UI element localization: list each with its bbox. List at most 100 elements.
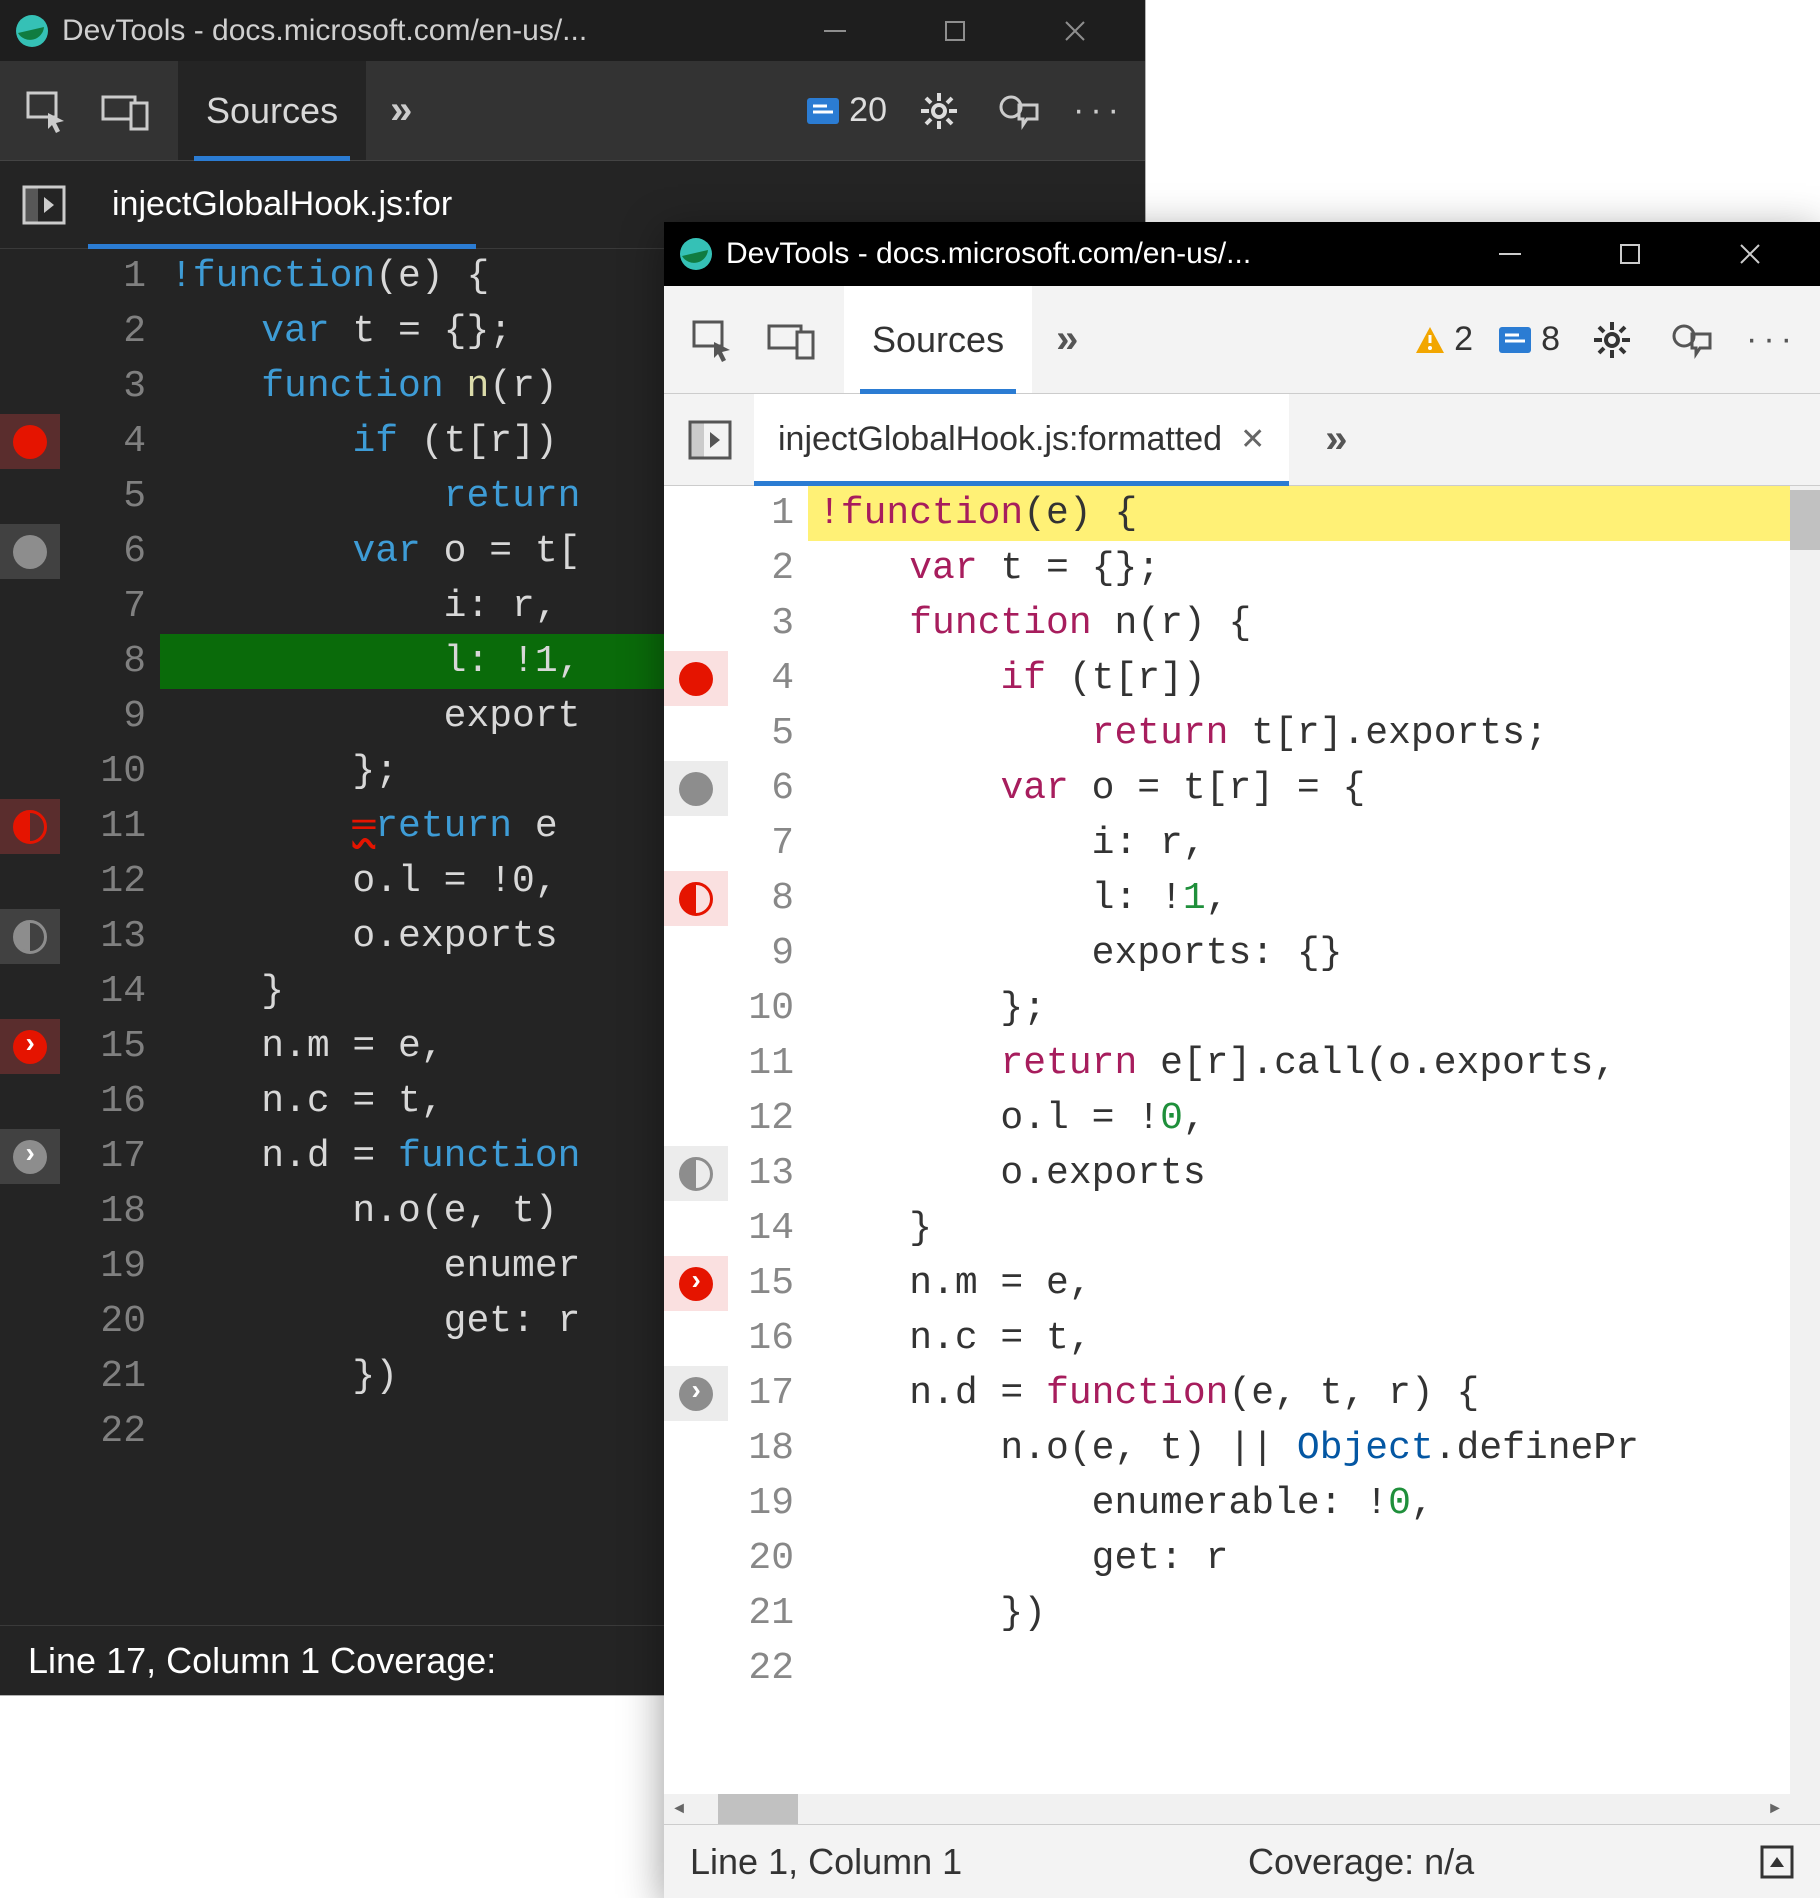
code-line[interactable]: i: r, bbox=[808, 816, 1790, 871]
line-number[interactable]: 5 bbox=[60, 469, 146, 524]
line-number[interactable]: 4 bbox=[728, 651, 794, 706]
breakpoint-marker[interactable] bbox=[0, 909, 60, 964]
line-number[interactable]: 18 bbox=[60, 1184, 146, 1239]
line-number[interactable]: 5 bbox=[728, 706, 794, 761]
settings-gear-icon[interactable] bbox=[911, 83, 967, 139]
line-number[interactable]: 1 bbox=[728, 486, 794, 541]
line-number[interactable]: 14 bbox=[60, 964, 146, 1019]
line-number[interactable]: 11 bbox=[60, 799, 146, 854]
line-number[interactable]: 2 bbox=[60, 304, 146, 359]
navigator-toggle-icon[interactable] bbox=[682, 412, 738, 468]
line-number[interactable]: 11 bbox=[728, 1036, 794, 1091]
code-line[interactable] bbox=[808, 1641, 1790, 1696]
scrollbar-thumb[interactable] bbox=[718, 1794, 798, 1824]
breakpoint-marker[interactable] bbox=[664, 1201, 728, 1256]
line-number[interactable]: 7 bbox=[728, 816, 794, 871]
line-number[interactable]: 9 bbox=[728, 926, 794, 981]
inspect-element-icon[interactable] bbox=[18, 83, 74, 139]
line-number-gutter[interactable]: 12345678910111213141516171819202122 bbox=[728, 486, 808, 1794]
scroll-left-arrow-icon[interactable]: ◄ bbox=[664, 1794, 694, 1824]
code-line[interactable]: n.m = e, bbox=[808, 1256, 1790, 1311]
scrollbar-thumb[interactable] bbox=[1790, 490, 1820, 550]
line-number[interactable]: 7 bbox=[60, 579, 146, 634]
title-bar[interactable]: DevTools - docs.microsoft.com/en-us/... bbox=[0, 0, 1145, 61]
close-button[interactable] bbox=[1720, 234, 1780, 274]
breakpoint-marker[interactable] bbox=[0, 964, 60, 1019]
breakpoint-marker[interactable] bbox=[664, 926, 728, 981]
breakpoint-marker[interactable] bbox=[0, 854, 60, 909]
line-number[interactable]: 15 bbox=[60, 1019, 146, 1074]
code-line[interactable]: l: !1, bbox=[808, 871, 1790, 926]
code-line[interactable]: var t = {}; bbox=[808, 541, 1790, 596]
breakpoint-marker[interactable] bbox=[0, 579, 60, 634]
tab-sources[interactable]: Sources bbox=[178, 61, 366, 160]
line-number[interactable]: 8 bbox=[60, 634, 146, 689]
breakpoint-marker[interactable] bbox=[664, 1036, 728, 1091]
breakpoint-marker[interactable] bbox=[664, 816, 728, 871]
maximize-button[interactable] bbox=[925, 11, 985, 51]
code-content[interactable]: !function(e) { var t = {}; function n(r)… bbox=[808, 486, 1790, 1794]
breakpoint-marker[interactable] bbox=[0, 1129, 60, 1184]
breakpoint-marker[interactable] bbox=[664, 1146, 728, 1201]
code-line[interactable]: } bbox=[808, 1201, 1790, 1256]
horizontal-scrollbar[interactable]: ◄ ► bbox=[664, 1794, 1790, 1824]
breakpoint-marker[interactable] bbox=[0, 469, 60, 524]
code-line[interactable]: return e[r].call(o.exports, bbox=[808, 1036, 1790, 1091]
title-bar[interactable]: DevTools - docs.microsoft.com/en-us/... bbox=[664, 222, 1820, 286]
scroll-right-arrow-icon[interactable]: ► bbox=[1760, 1794, 1790, 1824]
file-tab[interactable]: injectGlobalHook.js:for bbox=[88, 161, 476, 248]
breakpoint-marker[interactable] bbox=[664, 1531, 728, 1586]
maximize-button[interactable] bbox=[1600, 234, 1660, 274]
line-number[interactable]: 12 bbox=[60, 854, 146, 909]
line-number[interactable]: 8 bbox=[728, 871, 794, 926]
breakpoint-marker[interactable] bbox=[0, 1184, 60, 1239]
code-line[interactable]: exports: {} bbox=[808, 926, 1790, 981]
breakpoint-marker[interactable] bbox=[0, 524, 60, 579]
breakpoint-marker[interactable] bbox=[664, 1311, 728, 1366]
line-number[interactable]: 20 bbox=[60, 1294, 146, 1349]
code-line[interactable]: var o = t[r] = { bbox=[808, 761, 1790, 816]
line-number[interactable]: 16 bbox=[728, 1311, 794, 1366]
code-editor[interactable]: 12345678910111213141516171819202122 !fun… bbox=[664, 486, 1790, 1794]
code-line[interactable]: get: r bbox=[808, 1531, 1790, 1586]
line-number[interactable]: 13 bbox=[60, 909, 146, 964]
line-number[interactable]: 17 bbox=[728, 1366, 794, 1421]
breakpoint-marker[interactable] bbox=[0, 414, 60, 469]
line-number[interactable]: 12 bbox=[728, 1091, 794, 1146]
line-number[interactable]: 21 bbox=[728, 1586, 794, 1641]
line-number[interactable]: 4 bbox=[60, 414, 146, 469]
inspect-element-icon[interactable] bbox=[684, 312, 740, 368]
breakpoint-marker[interactable] bbox=[0, 1294, 60, 1349]
breakpoint-marker[interactable] bbox=[664, 1641, 728, 1696]
line-number[interactable]: 20 bbox=[728, 1531, 794, 1586]
breakpoint-marker[interactable] bbox=[0, 744, 60, 799]
device-toolbar-icon[interactable] bbox=[98, 83, 154, 139]
breakpoint-marker[interactable] bbox=[0, 1019, 60, 1074]
breakpoint-marker[interactable] bbox=[0, 359, 60, 414]
line-number[interactable]: 13 bbox=[728, 1146, 794, 1201]
code-line[interactable]: n.d = function(e, t, r) { bbox=[808, 1366, 1790, 1421]
line-number[interactable]: 3 bbox=[728, 596, 794, 651]
line-number[interactable]: 1 bbox=[60, 249, 146, 304]
device-toolbar-icon[interactable] bbox=[764, 312, 820, 368]
line-number[interactable]: 18 bbox=[728, 1421, 794, 1476]
minimize-button[interactable] bbox=[1480, 234, 1540, 274]
breakpoint-marker[interactable] bbox=[664, 1586, 728, 1641]
line-number[interactable]: 2 bbox=[728, 541, 794, 596]
line-number-gutter[interactable]: 12345678910111213141516171819202122 bbox=[60, 249, 160, 1625]
more-file-tabs-chevron-icon[interactable]: » bbox=[1325, 417, 1347, 462]
breakpoint-gutter[interactable] bbox=[664, 486, 728, 1794]
navigator-toggle-icon[interactable] bbox=[16, 177, 72, 233]
issues-counter[interactable]: 8 bbox=[1497, 320, 1560, 359]
more-tabs-chevron-icon[interactable]: » bbox=[390, 88, 412, 133]
line-number[interactable]: 14 bbox=[728, 1201, 794, 1256]
line-number[interactable]: 3 bbox=[60, 359, 146, 414]
breakpoint-marker[interactable] bbox=[664, 1476, 728, 1531]
code-line[interactable]: !function(e) { bbox=[808, 486, 1790, 541]
breakpoint-marker[interactable] bbox=[664, 541, 728, 596]
line-number[interactable]: 19 bbox=[728, 1476, 794, 1531]
code-line[interactable]: n.o(e, t) || Object.definePr bbox=[808, 1421, 1790, 1476]
breakpoint-marker[interactable] bbox=[0, 799, 60, 854]
line-number[interactable]: 17 bbox=[60, 1129, 146, 1184]
breakpoint-marker[interactable] bbox=[0, 1404, 60, 1459]
